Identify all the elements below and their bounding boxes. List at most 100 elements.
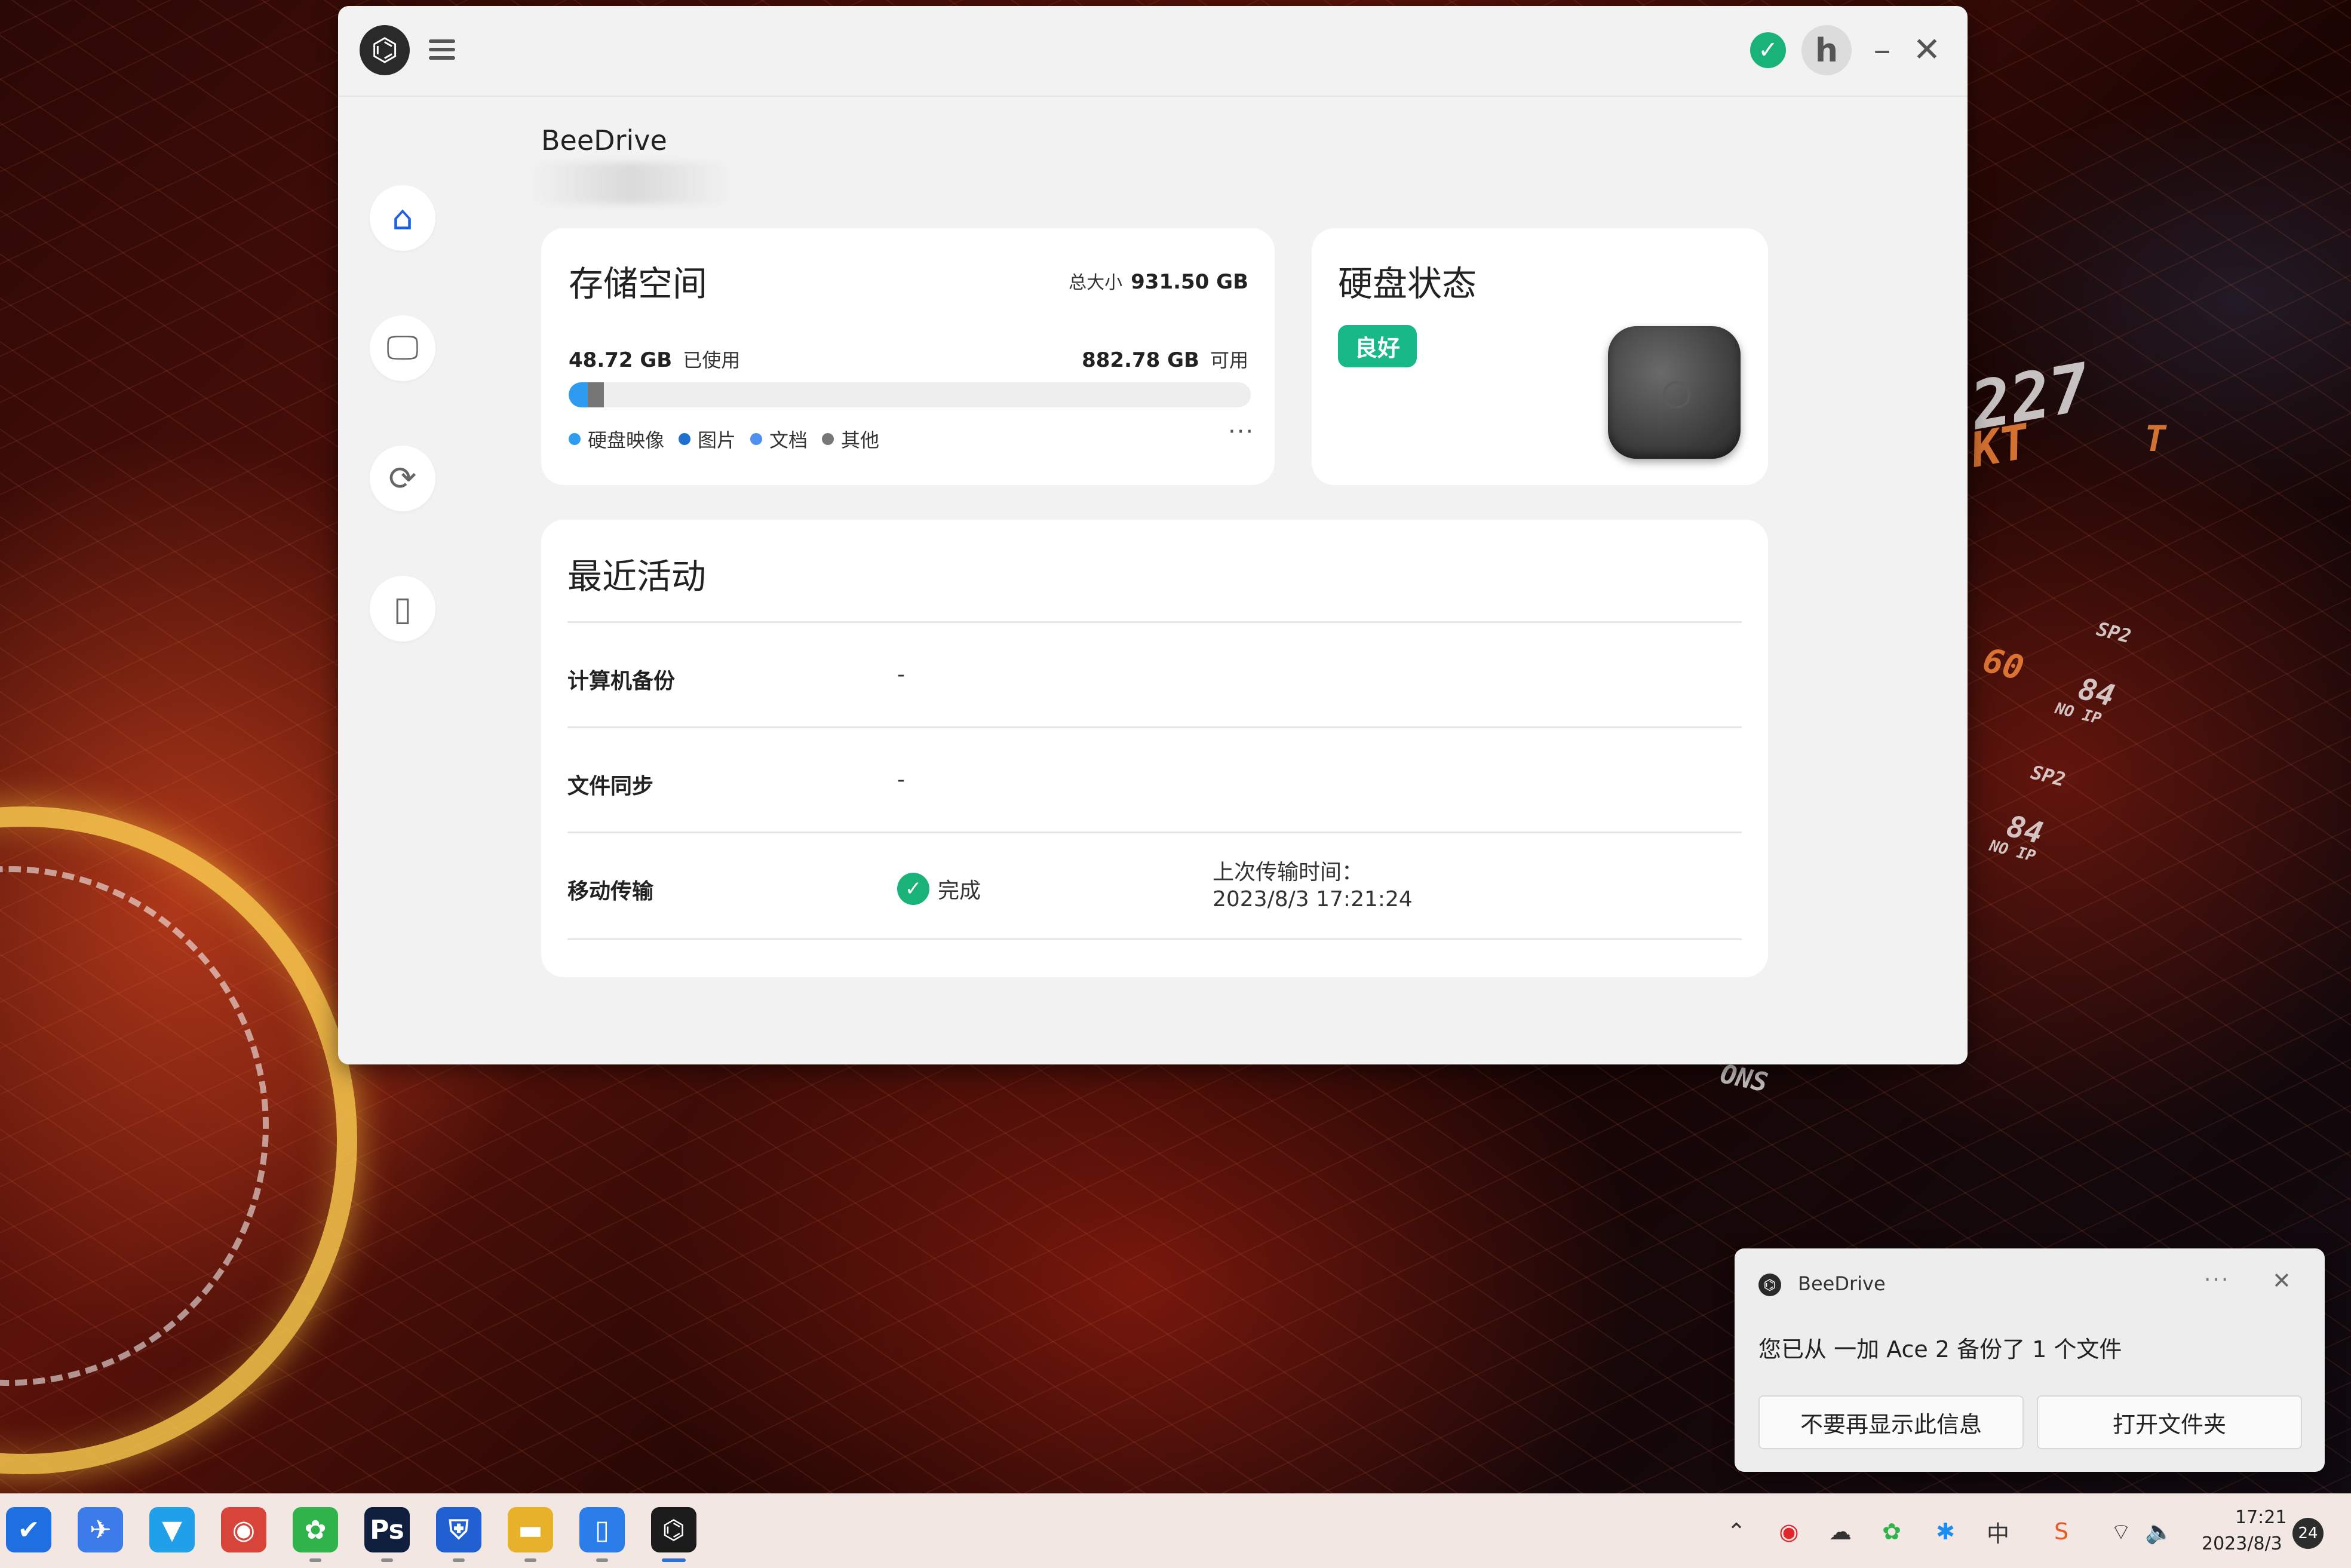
tray-sogou-icon[interactable]: S xyxy=(2046,1517,2076,1546)
taskbar-app-icon[interactable]: ▬ xyxy=(508,1507,553,1552)
notification-count-badge[interactable]: 24 xyxy=(2292,1518,2324,1549)
clock-time[interactable]: 17:21 xyxy=(2235,1507,2286,1528)
legend-dot-icon xyxy=(679,433,691,445)
sidebar-home-icon[interactable]: ⌂ xyxy=(370,185,435,251)
user-avatar[interactable]: h xyxy=(1801,25,1852,75)
taskbar-running-indicator xyxy=(453,1558,465,1562)
clock-date[interactable]: 2023/8/3 xyxy=(2202,1533,2282,1554)
storage-legend: 硬盘映像 图片 文档 其他 xyxy=(569,425,879,453)
notification-toast: ⌬ BeeDrive ··· ✕ 您已从 一加 Ace 2 备份了 1 个文件 … xyxy=(1735,1248,2325,1472)
total-value: 931.50 GB xyxy=(1131,270,1248,294)
legend-label: 硬盘映像 xyxy=(588,429,665,452)
legend-dot-icon xyxy=(822,433,834,445)
storage-usage-bar xyxy=(569,382,1251,407)
legend-item: 文档 xyxy=(750,425,808,453)
row-label: 计算机备份 xyxy=(567,669,676,694)
beedrive-logo-icon: ⌬ xyxy=(360,25,410,75)
taskbar-app-icon[interactable]: ✿ xyxy=(293,1507,338,1552)
taskbar-running-indicator xyxy=(381,1558,393,1562)
taskbar-running-indicator xyxy=(596,1558,608,1562)
row-label: 移动传输 xyxy=(567,879,654,904)
beedrive-window: ⌬ ✓ h – ✕ ⌂ 🖵 ⟳ ▯ BeeDrive 存储空间 总大小 931.5… xyxy=(338,6,1968,1064)
tray-input-method-icon[interactable]: 中 xyxy=(1983,1517,2013,1547)
row-value: - xyxy=(897,662,905,687)
taskbar-app-icon[interactable]: ⛨ xyxy=(436,1507,481,1552)
wallpaper-hud-text: T xyxy=(2144,418,2166,460)
legend-dot-icon xyxy=(569,433,581,445)
taskbar-running-indicator xyxy=(309,1558,321,1562)
free-value: 882.78 GB xyxy=(1082,348,1199,372)
used-label: 已使用 xyxy=(683,349,741,372)
taskbar-app-icon[interactable]: ▯ xyxy=(579,1507,625,1552)
hamburger-menu-icon[interactable] xyxy=(425,35,459,68)
taskbar-app-icon[interactable]: ◉ xyxy=(221,1507,266,1552)
storage-title: 存储空间 xyxy=(569,263,708,304)
row-value-status: ✓ 完成 xyxy=(897,873,981,905)
tray-bluetooth-icon[interactable]: ✱ xyxy=(1930,1517,1960,1546)
toast-message: 您已从 一加 Ace 2 备份了 1 个文件 xyxy=(1758,1336,2122,1363)
taskbar-app-icon[interactable]: ✔ xyxy=(6,1507,51,1552)
recent-activity-card: 最近活动 计算机备份 - 文件同步 - 移动传输 ✓ 完成 上次传输时间： 20… xyxy=(541,520,1768,977)
taskbar-app-icon[interactable]: ⌬ xyxy=(651,1507,696,1552)
tray-wechat-icon[interactable]: ✿ xyxy=(1877,1517,1907,1546)
disk-status-title: 硬盘状态 xyxy=(1338,263,1477,304)
toast-more-button[interactable]: ··· xyxy=(2204,1268,2230,1292)
sidebar-computer-backup-icon[interactable]: 🖵 xyxy=(370,315,435,381)
device-subtitle-blurred xyxy=(529,162,732,204)
toast-app-name: BeeDrive xyxy=(1798,1272,1886,1295)
wallpaper-hud-text: KT xyxy=(1966,413,2033,478)
storage-total: 总大小 931.50 GB xyxy=(1069,268,1248,294)
close-button[interactable]: ✕ xyxy=(1910,33,1944,67)
legend-dot-icon xyxy=(750,433,763,445)
activity-row-file-sync[interactable]: 文件同步 - xyxy=(567,726,1742,833)
tray-wifi-icon[interactable]: ⌔ xyxy=(2106,1517,2136,1546)
legend-item: 图片 xyxy=(679,425,736,453)
last-transfer-time: 2023/8/3 17:21:24 xyxy=(1213,887,1413,912)
activity-row-mobile-transfer[interactable]: 移动传输 ✓ 完成 上次传输时间： 2023/8/3 17:21:24 xyxy=(567,831,1742,940)
wallpaper-hud-text: SP2 xyxy=(2094,617,2134,648)
storage-free: 882.78 GB 可用 xyxy=(1082,345,1248,373)
taskbar-app-icon[interactable]: ▼ xyxy=(149,1507,195,1552)
disk-status-badge: 良好 xyxy=(1338,325,1417,367)
complete-check-icon: ✓ xyxy=(897,873,929,905)
wallpaper-hud-text: ONS xyxy=(1717,1058,1770,1098)
toast-close-icon[interactable]: ✕ xyxy=(2272,1268,2291,1294)
beedrive-app-icon: ⌬ xyxy=(1758,1274,1781,1296)
tray-overflow-chevron-icon[interactable]: ⌃ xyxy=(1721,1517,1751,1546)
legend-item: 硬盘映像 xyxy=(569,425,664,453)
total-label: 总大小 xyxy=(1069,272,1123,293)
wallpaper-hud-text: SP2 xyxy=(2028,760,2068,791)
disk-status-card: 硬盘状态 良好 xyxy=(1312,228,1768,485)
connected-check-icon[interactable]: ✓ xyxy=(1750,32,1786,68)
storage-card: 存储空间 总大小 931.50 GB 48.72 GB 已使用 882.78 GB 可… xyxy=(541,228,1275,485)
taskbar-running-indicator xyxy=(662,1558,686,1562)
tray-volume-icon[interactable]: 🔈 xyxy=(2144,1517,2174,1546)
open-folder-button[interactable]: 打开文件夹 xyxy=(2037,1395,2302,1449)
taskbar-running-indicator xyxy=(524,1558,536,1562)
taskbar-app-icon[interactable]: Ps xyxy=(364,1507,410,1552)
last-transfer-label: 上次传输时间： xyxy=(1213,860,1364,885)
legend-label: 文档 xyxy=(769,429,808,452)
legend-item: 其他 xyxy=(822,425,879,453)
tray-netease-music-icon[interactable]: ◉ xyxy=(1774,1517,1804,1546)
storage-used: 48.72 GB 已使用 xyxy=(569,345,740,373)
row-value: - xyxy=(897,768,905,792)
tray-onedrive-icon[interactable]: ☁ xyxy=(1825,1517,1855,1546)
taskbar: ✔ ✈ ▼ ◉ ✿ Ps ⛨ ▬ ▯ ⌬ ⌃ ◉ ☁ ✿ ✱ 中 S ⌔ 🔈 17:21 2023… xyxy=(0,1493,2351,1568)
usage-bar-disk-image xyxy=(569,382,588,407)
taskbar-app-icon[interactable]: ✈ xyxy=(78,1507,123,1552)
wallpaper-hud-text: 60 xyxy=(1979,640,2028,689)
usage-bar-other xyxy=(588,382,604,407)
sidebar-sync-icon[interactable]: ⟳ xyxy=(370,446,435,511)
legend-label: 图片 xyxy=(698,429,736,452)
activity-title: 最近活动 xyxy=(567,556,707,597)
activity-row-computer-backup[interactable]: 计算机备份 - xyxy=(567,621,1742,728)
dont-show-again-button[interactable]: 不要再显示此信息 xyxy=(1758,1395,2024,1449)
row-label: 文件同步 xyxy=(567,774,654,799)
title-bar: ⌬ ✓ h – ✕ xyxy=(338,6,1968,97)
drive-device-image xyxy=(1608,326,1741,459)
storage-more-button[interactable]: ··· xyxy=(1228,418,1254,446)
used-value: 48.72 GB xyxy=(569,348,673,372)
sidebar-mobile-icon[interactable]: ▯ xyxy=(370,576,435,642)
minimize-button[interactable]: – xyxy=(1867,32,1897,67)
